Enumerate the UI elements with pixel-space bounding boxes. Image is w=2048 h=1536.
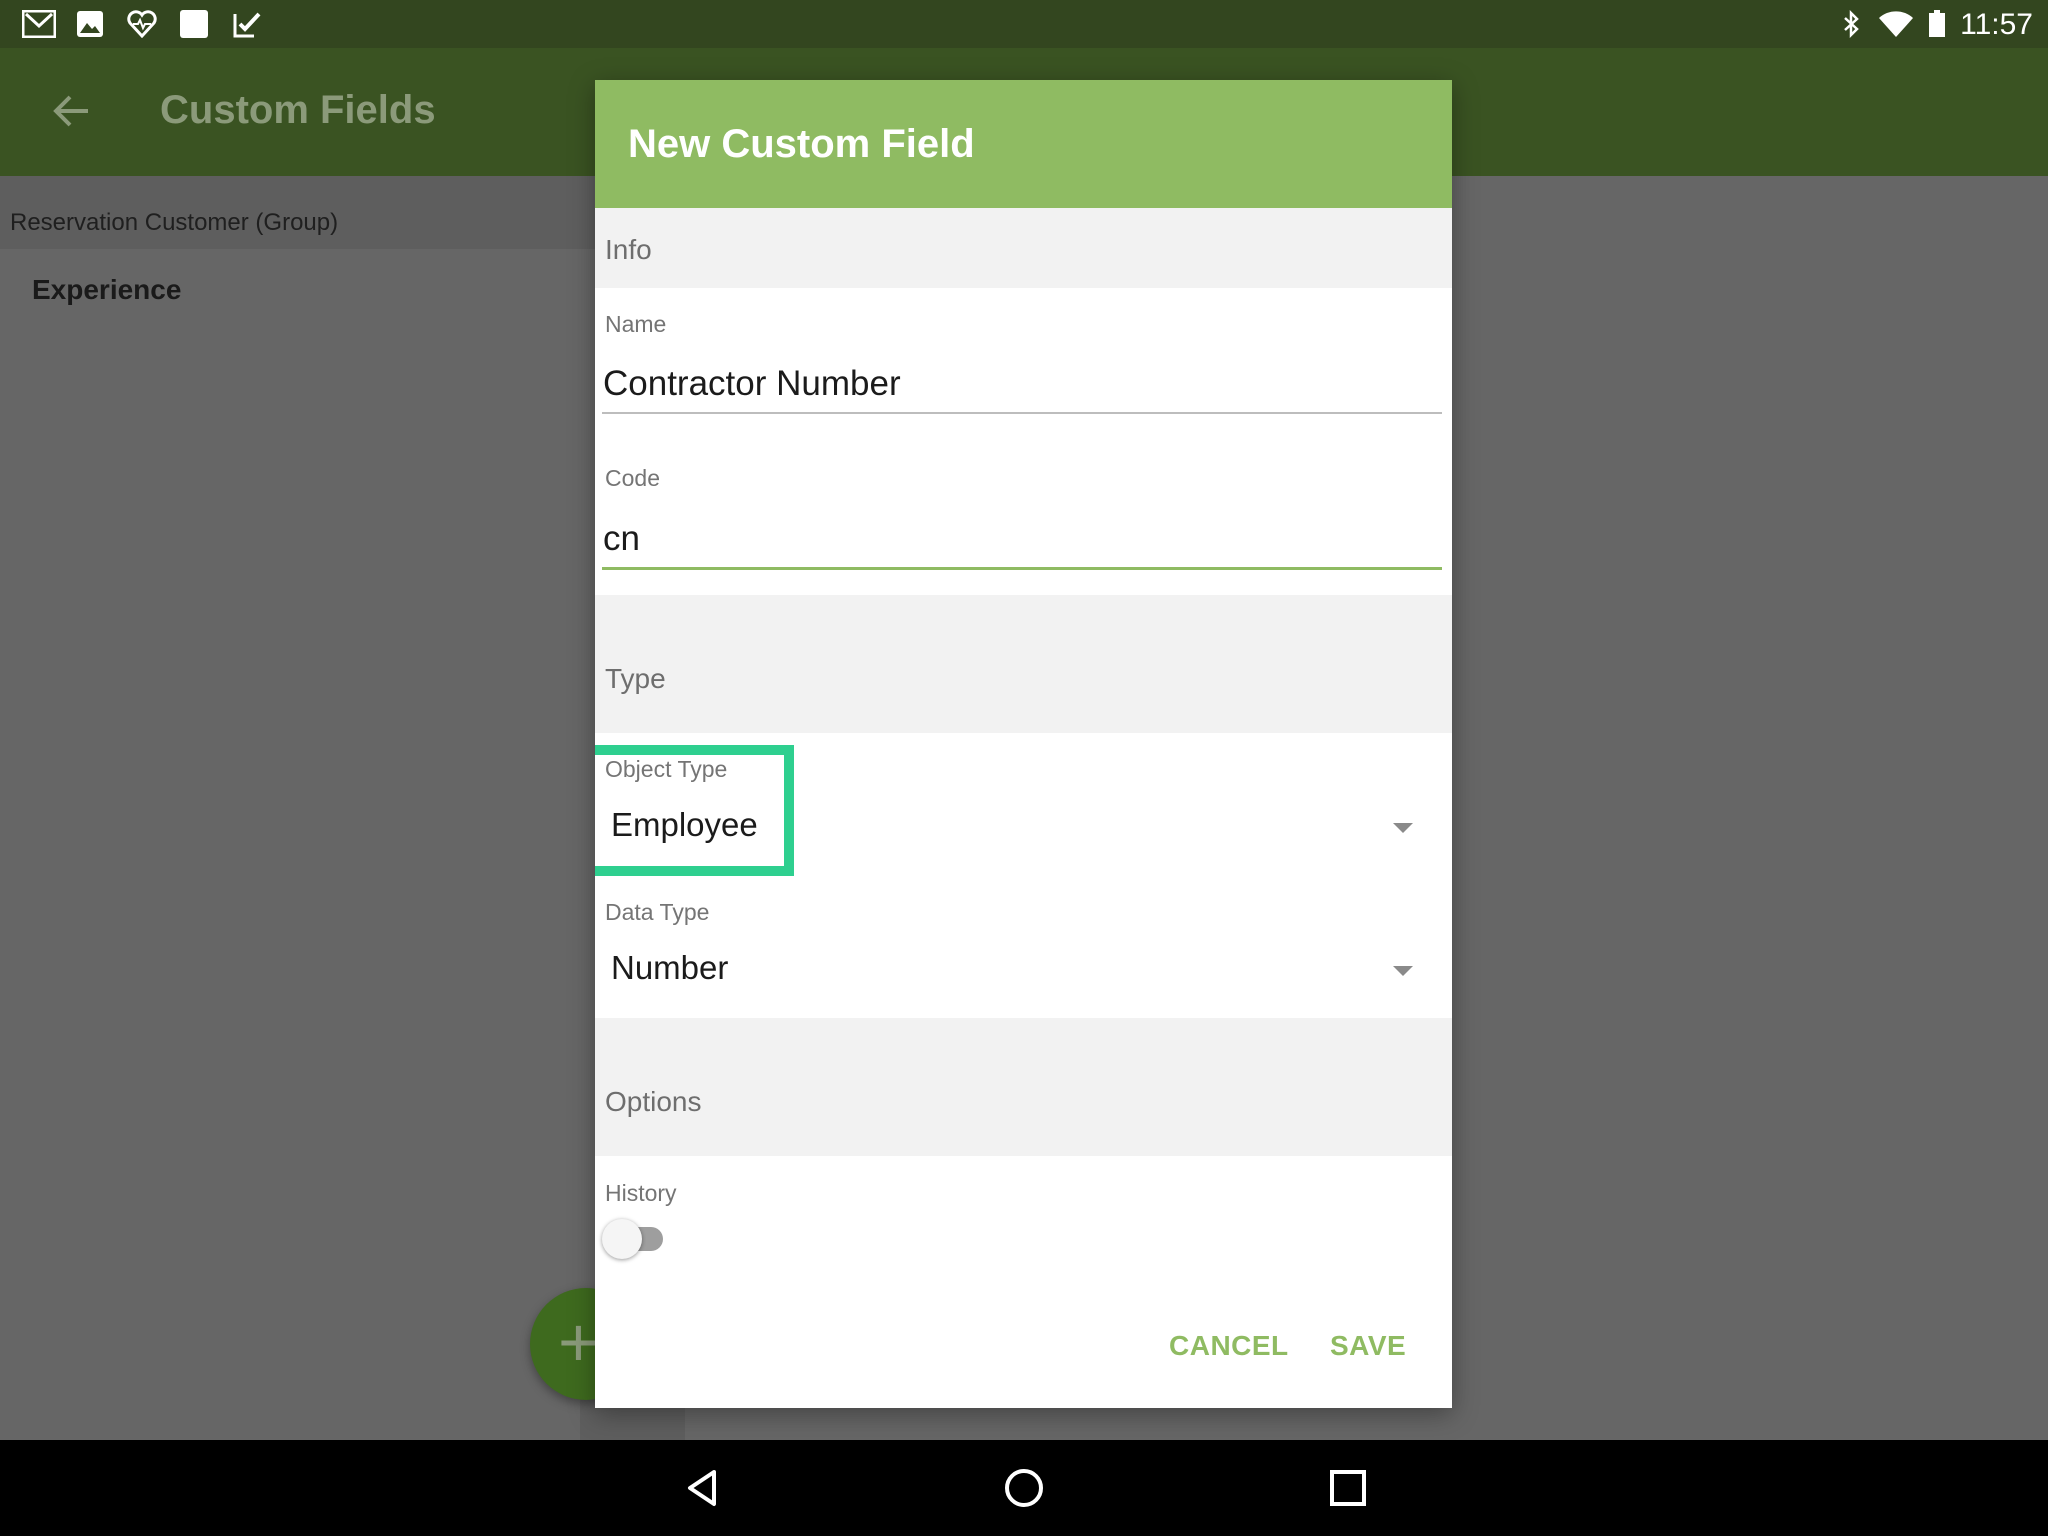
save-button[interactable]: SAVE — [1330, 1330, 1406, 1362]
back-triangle-icon[interactable] — [680, 1466, 724, 1510]
tasks-icon — [233, 12, 261, 38]
wifi-icon — [1879, 11, 1913, 37]
code-field-label: Code — [605, 465, 660, 491]
section-type-label: Type — [605, 663, 666, 694]
name-field-label: Name — [605, 311, 667, 337]
history-toggle[interactable] — [602, 1219, 642, 1259]
section-info: Info — [595, 208, 1452, 288]
navigation-bar — [0, 1440, 2048, 1536]
object-type-highlight-box — [595, 745, 794, 876]
gmail-icon — [22, 10, 56, 38]
data-type-caret-down-icon[interactable] — [1393, 966, 1413, 976]
health-icon — [127, 10, 157, 38]
group-header-label: Reservation Customer (Group) — [10, 209, 339, 236]
section-options: Options — [595, 1018, 1452, 1156]
history-label: History — [605, 1180, 677, 1206]
cancel-button[interactable]: CANCEL — [1169, 1330, 1289, 1362]
page-title: Custom Fields — [160, 88, 436, 132]
home-circle-icon[interactable] — [1002, 1466, 1046, 1510]
data-type-select[interactable]: Number — [611, 949, 728, 987]
section-type: Type — [595, 595, 1452, 733]
list-item[interactable]: Experience — [0, 249, 600, 369]
group-header: Reservation Customer (Group) — [0, 176, 600, 249]
name-input-underline — [602, 412, 1442, 414]
object-type-caret-down-icon[interactable] — [1393, 823, 1413, 833]
battery-icon — [1929, 10, 1945, 37]
code-input[interactable]: cn — [603, 519, 640, 559]
section-info-label: Info — [605, 234, 652, 265]
plus-icon: + — [558, 1303, 599, 1381]
status-time: 11:57 — [1960, 8, 2033, 41]
arrow-left-icon[interactable] — [52, 91, 92, 131]
data-type-label: Data Type — [605, 899, 710, 925]
bluetooth-icon — [1844, 10, 1859, 38]
name-input[interactable]: Contractor Number — [603, 364, 901, 404]
square-icon — [180, 10, 208, 38]
status-bar: 11:57 — [0, 0, 2048, 48]
recents-square-icon[interactable] — [1326, 1466, 1370, 1510]
dialog-header: New Custom Field — [595, 80, 1452, 208]
photos-icon — [77, 11, 103, 37]
new-custom-field-dialog: New Custom Field Info Name Contractor Nu… — [595, 80, 1452, 1408]
dialog-title: New Custom Field — [628, 122, 975, 166]
code-input-underline — [602, 567, 1442, 570]
list-item-label: Experience — [32, 274, 182, 305]
section-options-label: Options — [605, 1086, 702, 1117]
